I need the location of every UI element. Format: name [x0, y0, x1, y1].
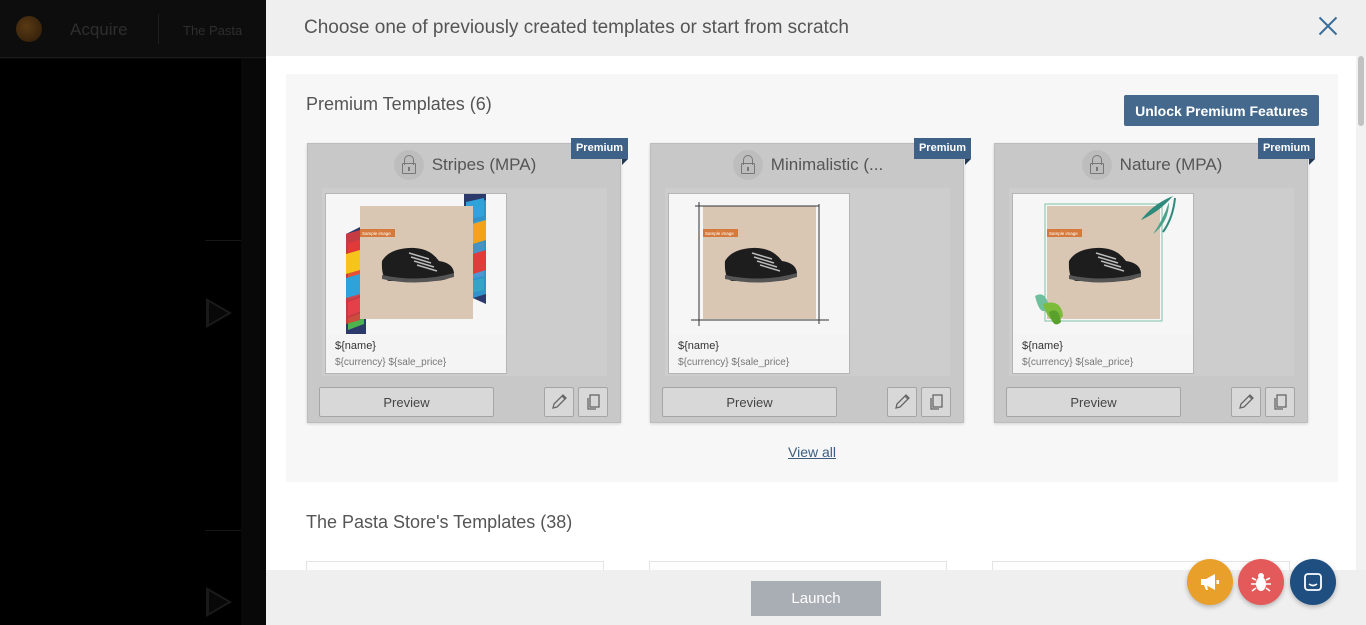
top-bar-divider — [158, 14, 159, 44]
template-card[interactable]: Minimalistic (... Premium Sample image $… — [650, 138, 971, 423]
unlock-premium-button[interactable]: Unlock Premium Features — [1124, 95, 1319, 126]
modal-header: Choose one of previously created templat… — [266, 0, 1366, 56]
svg-text:Sample image: Sample image — [705, 231, 734, 236]
copy-icon[interactable] — [578, 387, 608, 417]
scrollbar[interactable] — [1356, 56, 1366, 570]
template-thumbnail: Sample image ${name} ${currency} ${sale_… — [1009, 188, 1294, 376]
ad-image: Sample image — [1013, 194, 1193, 334]
ad-image: Sample image — [326, 194, 506, 334]
template-thumbnail: Sample image ${name} ${currency} ${sale_… — [322, 188, 607, 376]
modal-body: Premium Templates (6) Unlock Premium Fea… — [266, 56, 1366, 570]
copy-icon[interactable] — [1265, 387, 1295, 417]
report-bug-button[interactable] — [1238, 559, 1284, 605]
ad-image: Sample image — [669, 194, 849, 334]
preview-button[interactable]: Preview — [1006, 387, 1181, 417]
megaphone-icon — [1201, 574, 1219, 590]
app-logo — [16, 16, 42, 42]
announcements-button[interactable] — [1187, 559, 1233, 605]
close-icon[interactable] — [1316, 14, 1340, 38]
launch-button[interactable]: Launch — [751, 581, 881, 616]
minimal-frame-decoration: Sample image — [691, 202, 829, 326]
template-thumbnail: Sample image ${name} ${currency} ${sale_… — [665, 188, 950, 376]
premium-badge: Premium — [571, 138, 628, 165]
background-play-icon — [206, 298, 232, 328]
preview-button[interactable]: Preview — [319, 387, 494, 417]
ad-preview-frame: Sample image ${name} ${currency} ${sale_… — [1012, 193, 1194, 374]
premium-section-title: Premium Templates (6) — [306, 94, 492, 114]
store-name: The Pasta — [183, 23, 243, 38]
product-name-placeholder: ${name} — [1022, 340, 1063, 352]
lock-icon — [393, 150, 424, 180]
ad-preview-frame: Sample image ${name} ${currency} ${sale_… — [668, 193, 850, 374]
edit-icon[interactable] — [544, 387, 574, 417]
template-name: Nature (MPA) — [1119, 155, 1223, 174]
product-name-placeholder: ${name} — [678, 340, 719, 352]
background-sidebar — [0, 59, 241, 625]
product-price-placeholder: ${currency} ${sale_price} — [678, 357, 790, 368]
svg-text:Sample image: Sample image — [1049, 231, 1078, 236]
premium-templates-section: Premium Templates (6) Unlock Premium Fea… — [286, 74, 1338, 482]
product-price-placeholder: ${currency} ${sale_price} — [1022, 357, 1134, 368]
product-price-placeholder: ${currency} ${sale_price} — [335, 357, 447, 368]
background-divider — [205, 240, 241, 241]
template-card[interactable] — [649, 561, 947, 570]
edit-icon[interactable] — [1231, 387, 1261, 417]
lock-icon — [1081, 150, 1112, 180]
modal-title: Choose one of previously created templat… — [304, 17, 849, 38]
scrollbar-thumb[interactable] — [1358, 56, 1364, 126]
bug-icon — [1251, 573, 1271, 592]
product-name-placeholder: ${name} — [335, 340, 376, 352]
template-name: Minimalistic (... — [770, 155, 884, 174]
view-all-link[interactable]: View all — [788, 444, 836, 460]
copy-icon[interactable] — [921, 387, 951, 417]
ad-preview-frame: Sample image ${name} ${currency} ${sale_… — [325, 193, 507, 374]
template-chooser-modal: Choose one of previously created templat… — [266, 0, 1366, 625]
preview-button[interactable]: Preview — [662, 387, 837, 417]
app-name: Acquire — [70, 20, 128, 39]
template-card[interactable] — [306, 561, 604, 570]
background-divider — [205, 530, 241, 531]
svg-text:Sample image: Sample image — [362, 231, 391, 236]
background-play-icon — [206, 587, 232, 617]
template-card[interactable]: Stripes (MPA) Premium Sample image ${nam… — [307, 138, 628, 423]
store-templates-title: The Pasta Store's Templates (38) — [306, 512, 573, 532]
chat-support-button[interactable] — [1290, 559, 1336, 605]
stripes-decoration: Sample image — [346, 194, 486, 334]
template-card[interactable]: Nature (MPA) Premium Sample image ${name… — [994, 138, 1315, 423]
premium-badge: Premium — [1258, 138, 1315, 165]
premium-badge: Premium — [914, 138, 971, 165]
edit-icon[interactable] — [887, 387, 917, 417]
template-name: Stripes (MPA) — [431, 155, 537, 174]
nature-leaves-decoration: Sample image — [1035, 196, 1176, 325]
lock-icon — [732, 150, 763, 180]
chat-icon — [1304, 573, 1322, 591]
